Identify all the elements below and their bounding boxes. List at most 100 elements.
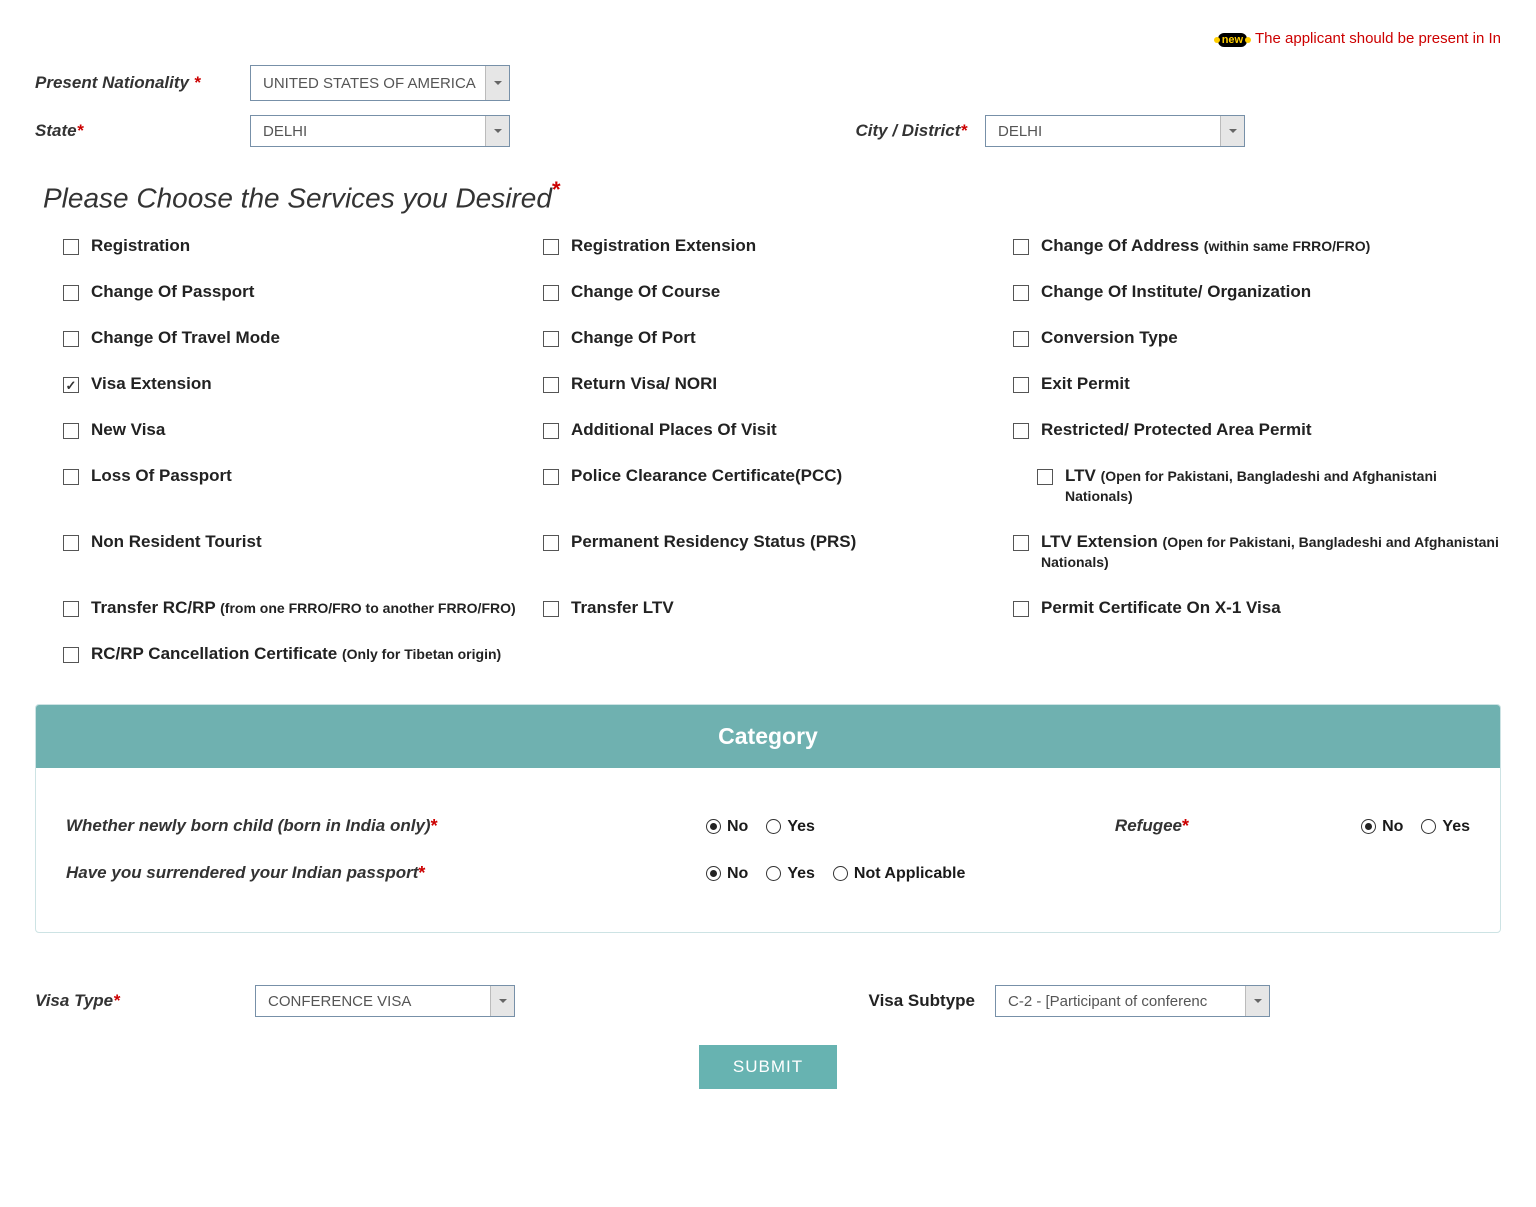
service-checkbox[interactable]: Transfer LTV (543, 598, 1013, 618)
newborn-label: Whether newly born child (born in India … (66, 816, 706, 837)
checkbox-icon (63, 377, 79, 393)
chevron-down-icon (1245, 986, 1269, 1016)
service-checkbox[interactable]: Additional Places Of Visit (543, 420, 1013, 440)
service-checkbox[interactable]: Change Of Course (543, 282, 1013, 302)
service-checkbox[interactable]: Change Of Travel Mode (63, 328, 543, 348)
checkbox-icon (63, 285, 79, 301)
service-checkbox[interactable]: LTV Extension (Open for Pakistani, Bangl… (1013, 532, 1501, 572)
state-value: DELHI (263, 123, 307, 140)
service-checkbox[interactable]: Police Clearance Certificate(PCC) (543, 466, 1013, 506)
present-nationality-value: UNITED STATES OF AMERICA (263, 75, 476, 92)
service-checkbox[interactable]: Visa Extension (63, 374, 543, 394)
service-checkbox[interactable]: Permanent Residency Status (PRS) (543, 532, 1013, 572)
radio-icon (766, 866, 781, 881)
radio-label: Yes (787, 865, 815, 883)
checkbox-icon (1013, 239, 1029, 255)
service-label: Additional Places Of Visit (571, 420, 777, 440)
service-label: Change Of Port (571, 328, 696, 348)
chevron-down-icon (490, 986, 514, 1016)
newborn-radio-group: No Yes (706, 818, 815, 836)
checkbox-icon (63, 239, 79, 255)
checkbox-icon (543, 423, 559, 439)
visa-subtype-select[interactable]: C-2 - [Participant of conferenc (995, 985, 1270, 1017)
radio-icon (706, 819, 721, 834)
service-checkbox[interactable]: Registration (63, 236, 543, 256)
checkbox-icon (543, 469, 559, 485)
radio-label: Yes (1442, 818, 1470, 836)
checkbox-icon (1013, 285, 1029, 301)
notice-marquee: new The applicant should be present in I… (35, 20, 1501, 65)
radio-icon (833, 866, 848, 881)
surrender-radio-group: No Yes Not Applicable (706, 865, 965, 883)
chevron-down-icon (485, 116, 509, 146)
radio-icon (1421, 819, 1436, 834)
radio-label: Yes (787, 818, 815, 836)
service-checkbox[interactable]: LTV (Open for Pakistani, Bangladeshi and… (1013, 466, 1501, 506)
visa-type-label: Visa Type* (35, 991, 255, 1011)
service-checkbox[interactable]: Change Of Address (within same FRRO/FRO) (1013, 236, 1501, 256)
city-select[interactable]: DELHI (985, 115, 1245, 147)
service-checkbox[interactable]: Transfer RC/RP (from one FRRO/FRO to ano… (63, 598, 543, 618)
service-label: Restricted/ Protected Area Permit (1041, 420, 1312, 440)
service-checkbox[interactable]: Return Visa/ NORI (543, 374, 1013, 394)
service-checkbox[interactable]: Conversion Type (1013, 328, 1501, 348)
service-label: LTV Extension (Open for Pakistani, Bangl… (1041, 532, 1501, 572)
category-header: Category (36, 705, 1500, 768)
checkbox-icon (1013, 535, 1029, 551)
refugee-radio-group: No Yes (1361, 818, 1470, 836)
radio-label: No (727, 865, 748, 883)
radio-option[interactable]: Yes (766, 818, 815, 836)
checkbox-icon (63, 469, 79, 485)
service-checkbox[interactable]: New Visa (63, 420, 543, 440)
service-checkbox[interactable]: Registration Extension (543, 236, 1013, 256)
checkbox-icon (1037, 469, 1053, 485)
radio-option[interactable]: No (706, 818, 748, 836)
radio-label: Not Applicable (854, 865, 965, 883)
radio-option[interactable]: Yes (766, 865, 815, 883)
service-checkbox[interactable]: Restricted/ Protected Area Permit (1013, 420, 1501, 440)
service-checkbox[interactable]: Change Of Port (543, 328, 1013, 348)
radio-label: No (1382, 818, 1403, 836)
service-checkbox[interactable]: Change Of Passport (63, 282, 543, 302)
service-label: Non Resident Tourist (91, 532, 262, 552)
chevron-down-icon (485, 66, 509, 100)
category-panel: Category Whether newly born child (born … (35, 704, 1501, 933)
service-checkbox[interactable]: Change Of Institute/ Organization (1013, 282, 1501, 302)
radio-option[interactable]: No (706, 865, 748, 883)
checkbox-icon (1013, 601, 1029, 617)
service-checkbox[interactable]: RC/RP Cancellation Certificate (Only for… (63, 644, 543, 664)
service-label: Transfer RC/RP (from one FRRO/FRO to ano… (91, 598, 516, 618)
present-nationality-label: Present Nationality * (35, 73, 250, 93)
service-checkbox[interactable]: Exit Permit (1013, 374, 1501, 394)
service-label: Loss Of Passport (91, 466, 232, 486)
service-label: Return Visa/ NORI (571, 374, 717, 394)
service-label: Change Of Address (within same FRRO/FRO) (1041, 236, 1370, 256)
visa-type-select[interactable]: CONFERENCE VISA (255, 985, 515, 1017)
refugee-label: Refugee* (1115, 816, 1345, 837)
radio-option[interactable]: Yes (1421, 818, 1470, 836)
service-label: New Visa (91, 420, 165, 440)
checkbox-icon (63, 331, 79, 347)
service-checkbox[interactable]: Permit Certificate On X-1 Visa (1013, 598, 1501, 618)
city-value: DELHI (998, 123, 1042, 140)
visa-type-value: CONFERENCE VISA (268, 993, 411, 1010)
state-select[interactable]: DELHI (250, 115, 510, 147)
present-nationality-select[interactable]: UNITED STATES OF AMERICA (250, 65, 510, 101)
service-checkbox[interactable]: Loss Of Passport (63, 466, 543, 506)
checkbox-icon (543, 601, 559, 617)
service-checkbox[interactable]: Non Resident Tourist (63, 532, 543, 572)
marquee-text: The applicant should be present in In (1255, 30, 1501, 47)
radio-icon (1361, 819, 1376, 834)
service-label: LTV (Open for Pakistani, Bangladeshi and… (1065, 466, 1501, 506)
submit-button[interactable]: SUBMIT (699, 1045, 837, 1089)
service-label: Registration Extension (571, 236, 756, 256)
radio-option[interactable]: No (1361, 818, 1403, 836)
checkbox-icon (543, 285, 559, 301)
service-label: Change Of Passport (91, 282, 254, 302)
radio-option[interactable]: Not Applicable (833, 865, 965, 883)
service-label: Permit Certificate On X-1 Visa (1041, 598, 1281, 618)
visa-subtype-value: C-2 - [Participant of conferenc (1008, 993, 1207, 1010)
surrender-label: Have you surrendered your Indian passpor… (66, 863, 706, 884)
service-label: Change Of Course (571, 282, 720, 302)
radio-icon (766, 819, 781, 834)
